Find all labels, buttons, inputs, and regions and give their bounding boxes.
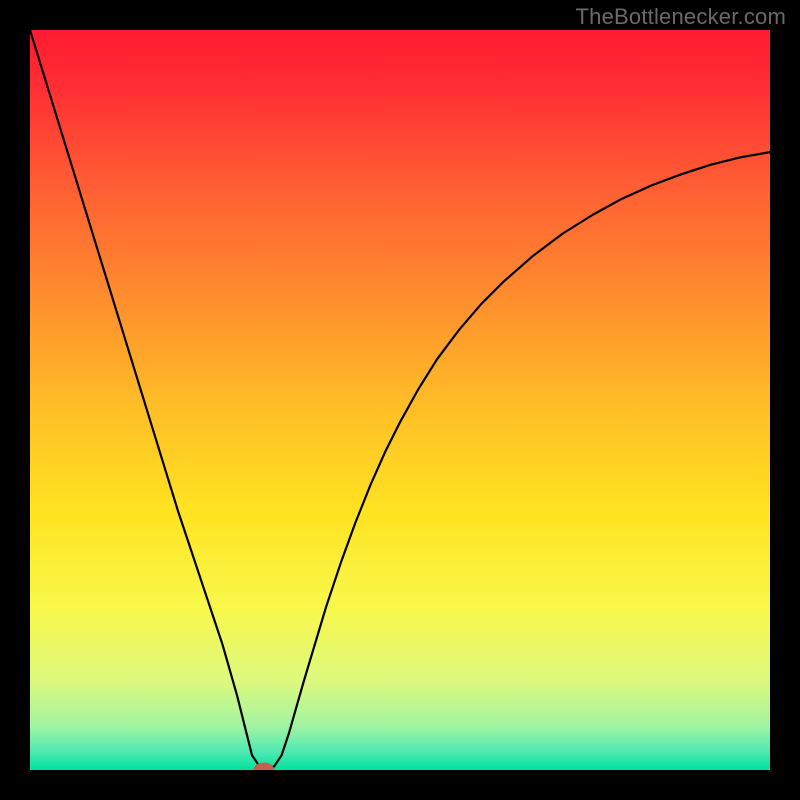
chart-container: TheBottlenecker.com <box>0 0 800 800</box>
gradient-background <box>30 30 770 770</box>
chart-svg <box>30 30 770 770</box>
plot-area <box>30 30 770 770</box>
watermark-text: TheBottlenecker.com <box>576 4 786 30</box>
